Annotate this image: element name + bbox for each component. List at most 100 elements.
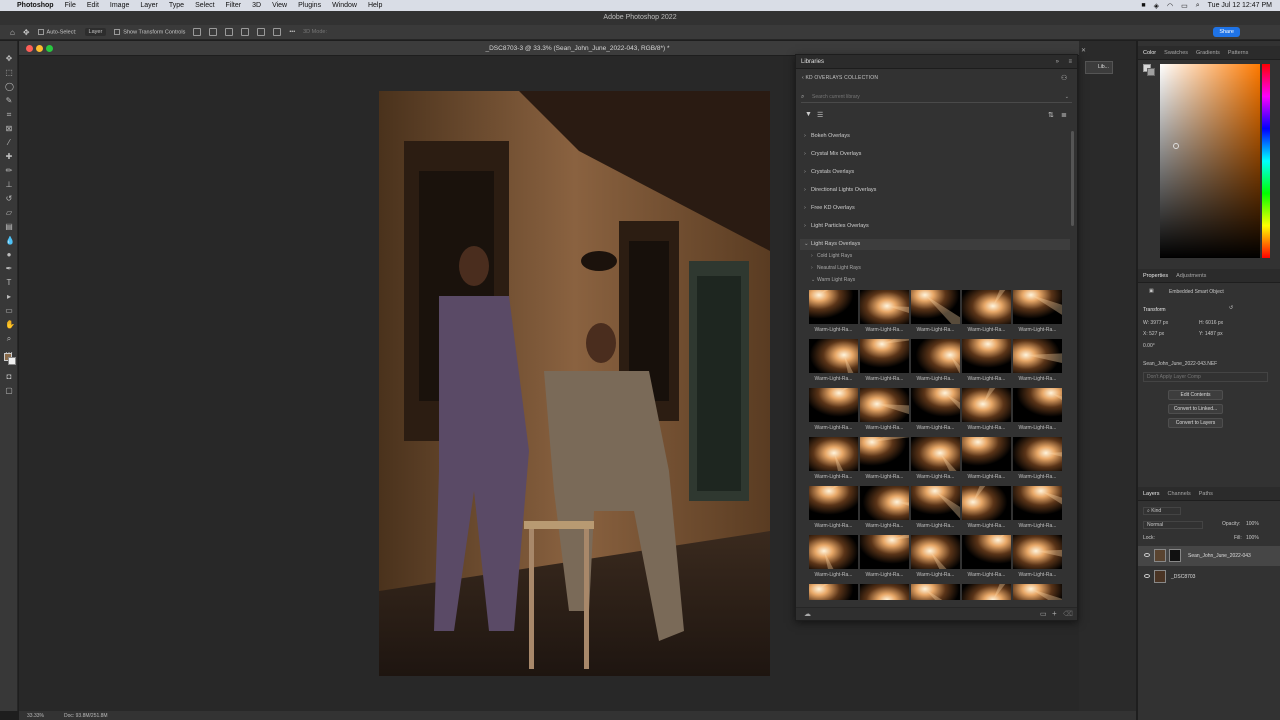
- menu-file[interactable]: File: [65, 2, 76, 9]
- menu-view[interactable]: View: [272, 2, 287, 9]
- overlay-thumbnail[interactable]: [860, 388, 909, 422]
- y-field[interactable]: Y: 1487 px: [1199, 331, 1223, 337]
- convert-to-layers-button[interactable]: Convert to Layers: [1168, 418, 1223, 428]
- layer-row[interactable]: Sean_John_June_2022-043: [1138, 546, 1280, 566]
- marquee-tool-icon[interactable]: ⬚: [5, 69, 13, 77]
- color-swatches[interactable]: [1143, 64, 1155, 76]
- subfolder-neutral-light-rays[interactable]: › Neautral Light Rays: [811, 265, 861, 271]
- align-middle-icon[interactable]: [257, 28, 266, 36]
- tab-properties[interactable]: Properties: [1143, 273, 1168, 279]
- menu-plugins[interactable]: Plugins: [298, 2, 321, 9]
- overlay-thumbnail[interactable]: [911, 290, 960, 324]
- blend-mode-select[interactable]: Normal: [1143, 521, 1203, 529]
- overlay-thumbnail[interactable]: [1013, 388, 1062, 422]
- add-icon[interactable]: +: [1052, 609, 1057, 618]
- frame-tool-icon[interactable]: ⊠: [5, 125, 13, 133]
- overlay-thumbnail[interactable]: [860, 437, 909, 471]
- menu-3d[interactable]: 3D: [252, 2, 261, 9]
- quick-mask-icon[interactable]: ◘: [5, 373, 13, 381]
- overlay-thumbnail[interactable]: [860, 486, 909, 520]
- overlay-thumbnail[interactable]: [1013, 535, 1062, 569]
- overlay-thumbnail[interactable]: [809, 584, 858, 600]
- tab-patterns[interactable]: Patterns: [1228, 50, 1248, 56]
- zoom-window-button[interactable]: [46, 45, 53, 52]
- quick-select-tool-icon[interactable]: ✎: [5, 97, 13, 105]
- creative-cloud-icon[interactable]: ◈: [1154, 2, 1159, 10]
- layer-select[interactable]: Layer: [84, 28, 107, 36]
- convert-to-linked-button[interactable]: Convert to Linked...: [1168, 404, 1223, 414]
- zoom-level[interactable]: 33.33%: [27, 713, 44, 719]
- home-icon[interactable]: ⌂: [10, 28, 15, 37]
- overlay-thumbnail[interactable]: [809, 535, 858, 569]
- folder-light-rays[interactable]: ⌄ Light Rays Overlays: [804, 241, 860, 247]
- eraser-tool-icon[interactable]: ▱: [5, 209, 13, 217]
- menu-select[interactable]: Select: [195, 2, 214, 9]
- trash-icon[interactable]: ⌫: [1063, 610, 1073, 618]
- library-breadcrumb[interactable]: ‹ KD OVERLAYS COLLECTION: [802, 75, 878, 81]
- filter-icon[interactable]: ▼: [805, 111, 812, 118]
- search-icon[interactable]: ⌕: [1196, 2, 1200, 10]
- tab-swatches[interactable]: Swatches: [1164, 50, 1188, 56]
- clock[interactable]: Tue Jul 12 12:47 PM: [1208, 2, 1272, 9]
- overlay-thumbnail[interactable]: [962, 290, 1011, 324]
- move-tool-icon[interactable]: ✥: [23, 28, 30, 37]
- overlay-thumbnail[interactable]: [962, 339, 1011, 373]
- overlay-thumbnail[interactable]: [860, 290, 909, 324]
- kind-filter-select[interactable]: ⌕ Kind: [1143, 507, 1181, 515]
- menu-filter[interactable]: Filter: [226, 2, 242, 9]
- overlay-thumbnail[interactable]: [809, 388, 858, 422]
- folder-free-kd[interactable]: › Free KD Overlays: [804, 205, 855, 211]
- align-left-icon[interactable]: [193, 28, 202, 36]
- tab-adjustments[interactable]: Adjustments: [1176, 273, 1206, 279]
- overlay-thumbnail[interactable]: [860, 339, 909, 373]
- close-panel-icon[interactable]: ✕: [1081, 47, 1086, 54]
- menu-layer[interactable]: Layer: [140, 2, 158, 9]
- overlay-thumbnail[interactable]: [1013, 290, 1062, 324]
- sort-icon[interactable]: ☰: [817, 111, 823, 119]
- width-field[interactable]: W: 3977 px: [1143, 320, 1168, 326]
- battery-icon[interactable]: ▭: [1181, 2, 1188, 10]
- visibility-eye-icon[interactable]: [1144, 574, 1150, 578]
- align-bottom-icon[interactable]: [273, 28, 282, 36]
- subfolder-cold-light-rays[interactable]: › Cold Light Rays: [811, 253, 852, 259]
- healing-tool-icon[interactable]: ✚: [5, 153, 13, 161]
- overlay-thumbnail[interactable]: [962, 535, 1011, 569]
- overlay-thumbnail[interactable]: [911, 535, 960, 569]
- tab-color[interactable]: Color: [1143, 50, 1156, 56]
- move-tool-icon[interactable]: ✥: [5, 55, 13, 63]
- tab-channels[interactable]: Channels: [1168, 491, 1191, 497]
- angle-field[interactable]: 0.00°: [1143, 343, 1155, 349]
- height-field[interactable]: H: 6016 px: [1199, 320, 1223, 326]
- overlay-thumbnail[interactable]: [1013, 339, 1062, 373]
- library-scrollbar[interactable]: [1071, 131, 1074, 226]
- gradient-tool-icon[interactable]: ▤: [5, 223, 13, 231]
- color-picker-handle[interactable]: [1173, 143, 1179, 149]
- folder-crystals[interactable]: › Crystals Overlays: [804, 169, 854, 175]
- zoom-tool-icon[interactable]: ⌕: [5, 335, 13, 343]
- list-view-icon[interactable]: ≣: [1061, 111, 1067, 119]
- layer-row[interactable]: _DSC8703: [1138, 567, 1280, 587]
- bg-swatch[interactable]: [1147, 68, 1155, 76]
- close-window-button[interactable]: [26, 45, 33, 52]
- eyedropper-tool-icon[interactable]: ⁄: [5, 139, 13, 147]
- overlay-thumbnail[interactable]: [1013, 584, 1062, 600]
- type-tool-icon[interactable]: T: [5, 279, 13, 287]
- dodge-tool-icon[interactable]: ●: [5, 251, 13, 259]
- align-center-icon[interactable]: [209, 28, 218, 36]
- wifi-icon[interactable]: ◠: [1167, 2, 1173, 10]
- background-color-swatch[interactable]: [8, 357, 16, 365]
- new-folder-icon[interactable]: ▭: [1040, 610, 1047, 618]
- chevron-down-icon[interactable]: ⌄: [1065, 91, 1069, 103]
- overlay-thumbnail[interactable]: [809, 290, 858, 324]
- overlay-thumbnail[interactable]: [962, 437, 1011, 471]
- subfolder-warm-light-rays[interactable]: ⌄ Warm Light Rays: [811, 277, 855, 283]
- folder-light-particles[interactable]: › Light Particles Overlays: [804, 223, 869, 229]
- overlay-thumbnail[interactable]: [809, 486, 858, 520]
- overlay-thumbnail[interactable]: [860, 535, 909, 569]
- align-top-icon[interactable]: [241, 28, 250, 36]
- libraries-panel-button[interactable]: Lib...: [1085, 61, 1113, 74]
- align-right-icon[interactable]: [225, 28, 234, 36]
- overlay-thumbnail[interactable]: [911, 339, 960, 373]
- auto-select-checkbox[interactable]: [37, 28, 44, 35]
- overlay-thumbnail[interactable]: [809, 437, 858, 471]
